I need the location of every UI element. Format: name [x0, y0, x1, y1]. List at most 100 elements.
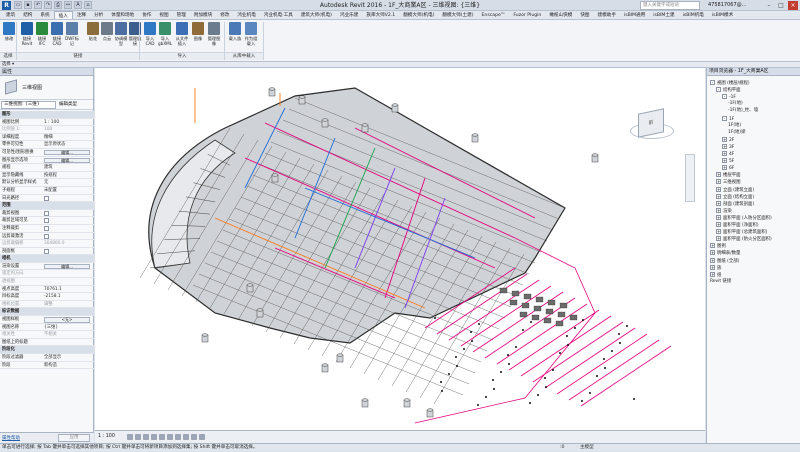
browser-tree-item[interactable]: + 面积平面 (总建筑面积) [716, 229, 767, 236]
property-checkbox[interactable] [44, 218, 49, 224]
expand-icon[interactable]: + [710, 271, 715, 277]
expand-icon[interactable]: + [716, 172, 721, 178]
view-cube-face-label[interactable]: 前 [639, 109, 663, 136]
property-edit-button[interactable]: 编辑... [44, 157, 90, 164]
property-value[interactable]: {三维} [44, 324, 58, 331]
tab-25[interactable]: isBIM土建 [649, 11, 678, 19]
ribbon-button-15[interactable]: 作为组载入 [244, 21, 258, 51]
browser-tree-item[interactable]: + 立面 (结构立面) [716, 193, 754, 201]
edit-type-button[interactable]: 编辑类型 [59, 101, 77, 109]
browser-tree-item[interactable]: +5F [722, 158, 734, 165]
expand-icon[interactable]: + [716, 200, 721, 206]
tab-18[interactable]: 翻模大师(土建) [438, 11, 477, 19]
tab-3[interactable]: 插入 [53, 11, 73, 19]
property-group[interactable]: 范围 [0, 202, 94, 210]
open-icon[interactable]: ▭ [14, 1, 22, 9]
ribbon-button-7[interactable]: 协调模型 [114, 21, 128, 51]
detail-level-icon[interactable] [127, 434, 133, 440]
property-value[interactable]: 建筑 [44, 164, 53, 171]
browser-tree-item[interactable]: + 剖面 (建筑剖面) [716, 200, 754, 208]
ribbon-button-4[interactable]: DWF标记 [65, 21, 79, 51]
view-scale[interactable]: 1 : 100 [98, 433, 115, 441]
tab-21[interactable]: 橄榄山快模 [545, 11, 576, 19]
tab-2[interactable]: 系统 [36, 11, 53, 19]
expand-icon[interactable]: + [722, 158, 727, 164]
browser-tree-item[interactable]: - 视图 (楼层/规程) [710, 80, 750, 87]
tab-12[interactable]: 鸿业机电 [233, 11, 259, 19]
show-crop-icon[interactable] [175, 434, 181, 440]
browser-tree-item[interactable]: -1F(地)_柱、墙 [728, 108, 758, 114]
3d-view-icon[interactable]: ⌂ [84, 1, 92, 9]
property-value[interactable]: -2158.1 [44, 293, 61, 300]
ribbon-button-10[interactable]: 导入gbXML [158, 21, 172, 51]
property-group[interactable]: 图形 [0, 111, 94, 119]
tab-0[interactable]: 建筑 [2, 11, 19, 19]
property-group[interactable]: 阶段化 [0, 346, 94, 354]
ribbon-button-2[interactable]: 链接IFC [35, 21, 49, 51]
expand-icon[interactable]: + [716, 236, 721, 242]
tab-26[interactable]: isBIM机电 [679, 11, 708, 19]
browser-tree-item[interactable]: +6F [722, 165, 734, 172]
ribbon-button-3[interactable]: 链接CAD [50, 21, 64, 51]
sun-path-icon[interactable] [143, 434, 149, 440]
browser-tree-item[interactable]: + 面积平面 (防火分区面积) [716, 236, 772, 243]
browser-tree-item[interactable]: + 族 [710, 264, 721, 272]
browser-tree-item[interactable]: 1F(地)梁 [728, 130, 746, 136]
browser-tree-item[interactable]: +4F [722, 151, 734, 158]
reveal-hidden-icon[interactable] [199, 434, 205, 440]
ribbon-button-6[interactable]: 点云 [100, 21, 114, 51]
browser-tree-item[interactable]: + 组 [710, 271, 721, 279]
browser-tree-item[interactable]: + 三维视图 [716, 179, 741, 186]
browser-tree-item[interactable]: + 面积平面 (人防分区面积) [716, 214, 772, 222]
user-account[interactable]: 475817067@... [708, 1, 746, 10]
browser-tree-item[interactable]: + 图例 [710, 243, 726, 250]
tab-17[interactable]: 翻模大师(机电) [399, 11, 438, 19]
tab-7[interactable]: 协作 [138, 11, 155, 19]
property-checkbox[interactable] [44, 225, 49, 231]
ribbon-button-11[interactable]: 从文件插入 [175, 21, 189, 51]
tab-1[interactable]: 结构 [19, 11, 36, 19]
undo-icon[interactable]: ↶ [34, 1, 42, 9]
tab-19[interactable]: Enscape™ [478, 11, 510, 19]
ribbon-button-5[interactable]: 贴花 [86, 21, 100, 51]
print-icon[interactable]: ⎙ [54, 1, 62, 9]
tab-8[interactable]: 视图 [155, 11, 172, 19]
type-selector[interactable]: 三维视图 [0, 76, 93, 100]
property-value[interactable]: 新构造 [44, 362, 57, 369]
property-checkbox[interactable] [44, 248, 49, 254]
expand-icon[interactable]: + [710, 257, 715, 263]
expand-icon[interactable]: + [716, 207, 721, 213]
expand-icon[interactable]: + [710, 250, 715, 256]
tab-16[interactable]: 族库大师V2.1 [362, 11, 399, 19]
tab-6[interactable]: 体量和场地 [107, 11, 138, 19]
collapse-icon[interactable]: - [710, 80, 715, 85]
tab-10[interactable]: 附加模块 [190, 11, 216, 19]
ribbon-button-13[interactable]: 管理图像 [207, 21, 221, 51]
tab-5[interactable]: 分析 [90, 11, 107, 19]
property-group[interactable]: 标识数据 [0, 308, 94, 317]
tab-4[interactable]: 注释 [73, 11, 90, 19]
close-icon[interactable]: × [788, 1, 798, 10]
browser-tree-item[interactable]: + 明细表/数量 [710, 250, 740, 257]
expand-icon[interactable]: + [716, 214, 721, 220]
browser-tree-item[interactable]: - 结构平面 [716, 87, 741, 94]
3d-model-view[interactable] [95, 68, 705, 430]
expand-icon[interactable]: + [722, 151, 727, 156]
property-edit-button[interactable]: 编辑... [44, 149, 90, 156]
property-value[interactable]: 精细 [44, 134, 53, 141]
expand-icon[interactable]: + [716, 179, 721, 185]
property-group[interactable]: 相机 [0, 255, 94, 263]
collapse-icon[interactable]: - [722, 115, 727, 121]
text-icon[interactable]: A [74, 1, 82, 9]
tab-15[interactable]: 鸿业乐建 [336, 11, 362, 19]
redo-icon[interactable]: ↷ [44, 1, 52, 9]
visual-style-icon[interactable] [135, 434, 141, 440]
property-edit-button[interactable]: <无> [44, 317, 90, 323]
expand-icon[interactable]: + [722, 143, 727, 149]
revit-logo-icon[interactable]: R [2, 1, 11, 10]
ribbon-button-9[interactable]: 导入CAD [143, 21, 157, 51]
browser-tree-item[interactable]: + 渲染 [716, 207, 732, 215]
browser-tree-item[interactable]: Revit 链接 [710, 279, 731, 285]
ribbon-button-1[interactable]: 链接Revit [20, 21, 34, 51]
browser-tree-item[interactable]: +2F [722, 136, 734, 144]
